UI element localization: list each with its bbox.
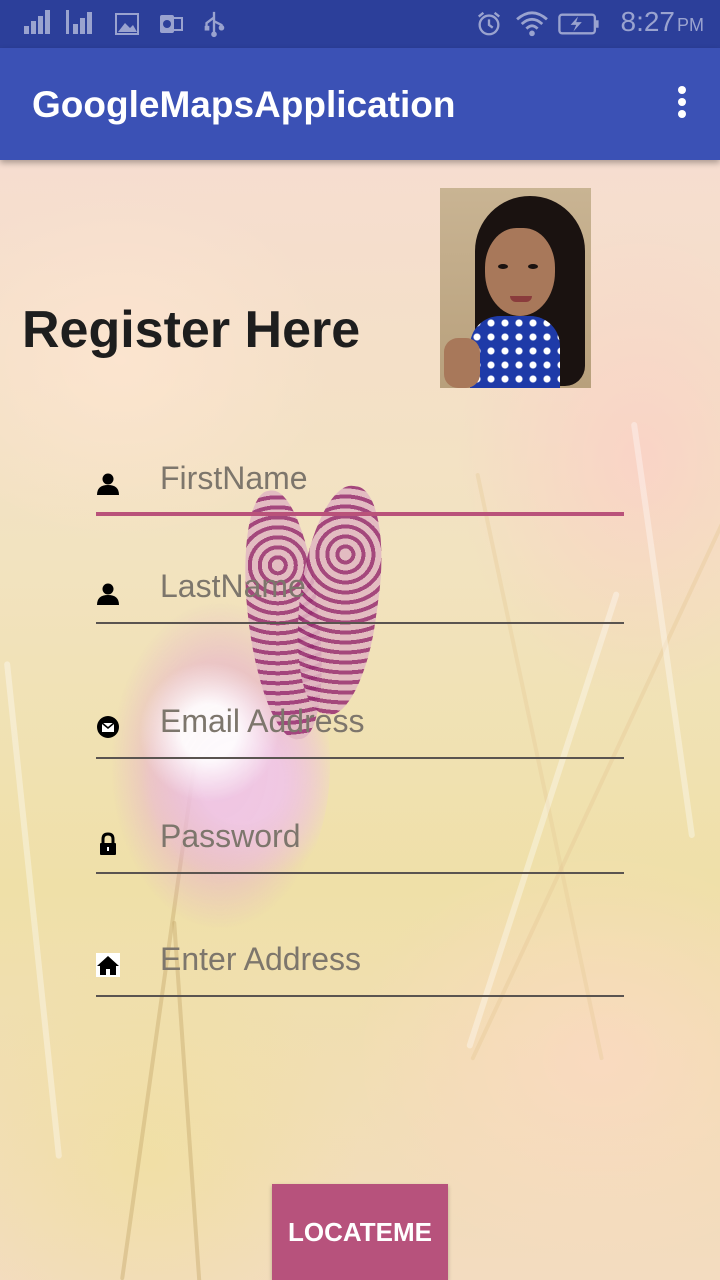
email-input[interactable] bbox=[160, 689, 620, 753]
email-field bbox=[96, 689, 624, 759]
last-name-field bbox=[96, 554, 624, 624]
email-icon bbox=[97, 716, 119, 738]
person-icon bbox=[97, 473, 119, 495]
home-icon bbox=[96, 953, 120, 977]
last-name-input[interactable] bbox=[160, 554, 620, 618]
address-field bbox=[96, 927, 624, 997]
status-time: 8:27 PM bbox=[621, 6, 705, 38]
lock-icon bbox=[100, 832, 116, 855]
password-field bbox=[96, 804, 624, 874]
first-name-field bbox=[96, 446, 624, 516]
page-title: Register Here bbox=[22, 301, 361, 359]
address-input[interactable] bbox=[160, 927, 620, 991]
app-bar: GoogleMapsApplication bbox=[0, 48, 720, 160]
app-title: GoogleMapsApplication bbox=[32, 84, 456, 125]
battery-charging-icon bbox=[558, 13, 599, 35]
alarm-icon bbox=[478, 11, 500, 36]
time-text: 8:27 bbox=[620, 6, 676, 37]
outlook-icon bbox=[160, 15, 183, 33]
usb-icon bbox=[204, 11, 225, 38]
person-icon bbox=[97, 583, 119, 605]
status-bar: 8:27 PM bbox=[0, 0, 720, 48]
image-icon bbox=[115, 13, 139, 35]
locate-me-button[interactable]: LOCATEME bbox=[272, 1184, 448, 1280]
password-input[interactable] bbox=[160, 804, 620, 868]
wifi-icon bbox=[516, 11, 548, 37]
overflow-menu-icon[interactable] bbox=[674, 86, 690, 124]
first-name-input[interactable] bbox=[160, 446, 620, 510]
ampm-text: PM bbox=[677, 15, 704, 35]
profile-photo[interactable] bbox=[440, 188, 591, 388]
